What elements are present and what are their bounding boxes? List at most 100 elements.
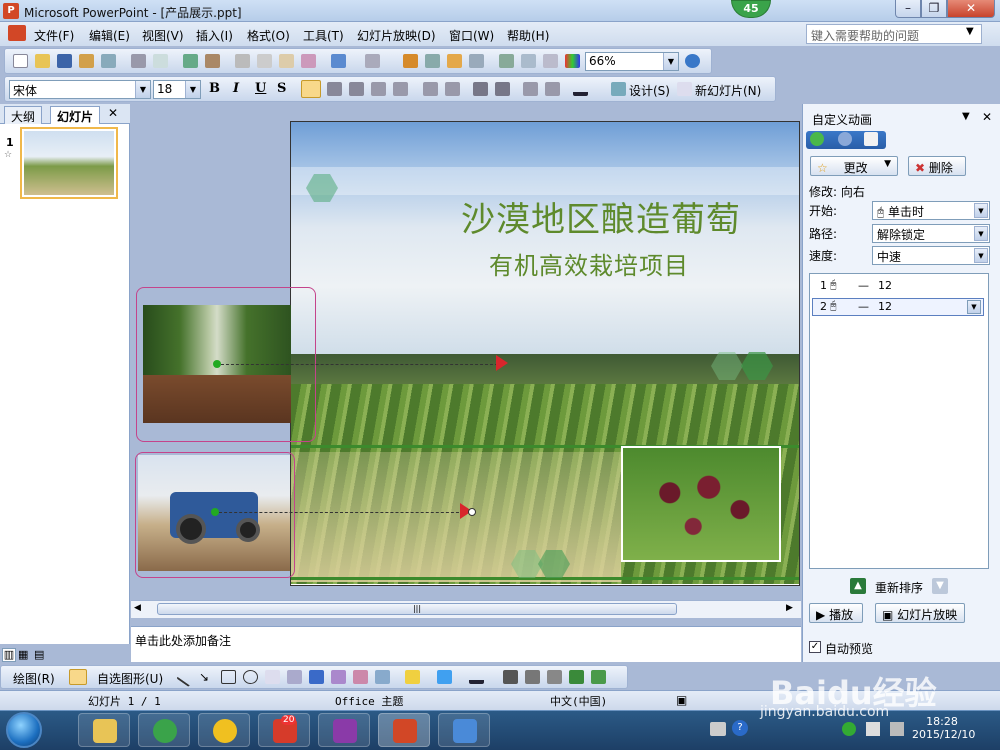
path-handle-icon[interactable] <box>468 508 476 516</box>
grid-icon[interactable] <box>543 54 558 68</box>
play-button[interactable]: ▶ 播放 <box>809 603 863 623</box>
autoshapes-menu[interactable]: 自选图形(U) <box>97 670 163 687</box>
back-icon[interactable] <box>810 132 824 146</box>
undo-icon[interactable] <box>331 54 346 68</box>
font-select[interactable]: 宋体 ▼ <box>9 80 151 99</box>
underline-button[interactable]: U <box>255 81 266 96</box>
autopreview-checkbox[interactable]: ✓ <box>809 641 821 653</box>
tab-slides[interactable]: 幻灯片 <box>50 106 101 124</box>
help-icon[interactable] <box>685 54 700 68</box>
dash-style-icon[interactable] <box>525 670 540 684</box>
arrow-style-icon[interactable] <box>547 670 562 684</box>
slideshow-button[interactable]: ▣ 幻灯片放映 <box>875 603 965 623</box>
expand-icon[interactable] <box>499 54 514 68</box>
path-start-icon[interactable] <box>211 508 219 516</box>
speed-select[interactable]: 中速 ▼ <box>872 246 990 265</box>
scroll-left-icon[interactable]: ◀ <box>134 603 141 613</box>
scroll-thumb[interactable]: ||| <box>157 603 677 615</box>
close-icon[interactable]: ✕ <box>108 106 118 120</box>
wordart-icon[interactable] <box>309 670 324 684</box>
home-icon[interactable] <box>864 132 878 146</box>
select-pointer-icon[interactable] <box>69 669 87 685</box>
save-icon[interactable] <box>57 54 72 68</box>
align-center-icon[interactable] <box>327 82 342 96</box>
font-color-icon[interactable] <box>573 82 588 96</box>
help-icon[interactable]: ? <box>732 720 748 736</box>
move-down-icon[interactable]: ▼ <box>932 578 948 594</box>
table-icon[interactable] <box>425 54 440 68</box>
normal-view-icon[interactable]: ▥ <box>2 648 16 662</box>
notes-placeholder[interactable]: 单击此处添加备注 <box>135 632 231 649</box>
chevron-down-icon[interactable]: ▼ <box>967 300 981 314</box>
redo-icon[interactable] <box>365 54 380 68</box>
chevron-down-icon[interactable]: ▼ <box>966 26 974 37</box>
path-end-arrow-icon[interactable] <box>496 355 508 371</box>
numbering-icon[interactable] <box>423 82 438 96</box>
notes-pane[interactable] <box>131 626 801 662</box>
delete-effect-button[interactable]: ✖ 删除 <box>908 156 966 176</box>
permission-icon[interactable] <box>79 54 94 68</box>
maximize-button[interactable]: ❐ <box>921 0 947 18</box>
new-slide-button[interactable]: 新幻灯片(N) <box>695 82 761 99</box>
chart-icon[interactable] <box>403 54 418 68</box>
format-painter-icon[interactable] <box>301 54 316 68</box>
bullets-icon[interactable] <box>445 82 460 96</box>
align-right-icon[interactable] <box>349 82 364 96</box>
slide-thumbnail[interactable] <box>20 127 118 199</box>
tray-shield-icon[interactable] <box>842 722 856 736</box>
email-icon[interactable] <box>101 54 116 68</box>
decrease-font-icon[interactable] <box>495 82 510 96</box>
menu-slideshow[interactable]: 幻灯片放映(D) <box>357 27 436 44</box>
slide-subtitle[interactable]: 有机高效栽培项目 <box>489 246 689 281</box>
animation-item[interactable]: 1 🖰 — 12 <box>812 277 984 295</box>
minimize-button[interactable]: – <box>895 0 921 18</box>
taskbar-browser[interactable] <box>138 713 190 747</box>
font-color-icon[interactable] <box>469 670 484 684</box>
close-icon[interactable]: ✕ <box>982 110 992 124</box>
line-style-icon[interactable] <box>503 670 518 684</box>
keyboard-icon[interactable] <box>710 722 726 736</box>
volume-icon[interactable] <box>890 722 904 736</box>
fill-color-icon[interactable] <box>405 670 420 684</box>
path-select[interactable]: 解除锁定 ▼ <box>872 224 990 243</box>
motion-path-line[interactable] <box>214 512 464 513</box>
distribute-icon[interactable] <box>393 82 408 96</box>
align-left-icon[interactable] <box>301 80 321 98</box>
close-button[interactable]: ✕ <box>947 0 995 18</box>
grapes-photo[interactable] <box>621 446 781 562</box>
print-icon[interactable] <box>131 54 146 68</box>
path-start-icon[interactable] <box>213 360 221 368</box>
arrow-icon[interactable]: ↘ <box>199 670 214 684</box>
tab-outline[interactable]: 大纲 <box>4 106 43 124</box>
taskbar-network[interactable] <box>438 713 490 747</box>
cut-icon[interactable] <box>235 54 250 68</box>
document-icon[interactable] <box>8 25 26 41</box>
menu-insert[interactable]: 插入(I) <box>196 27 233 44</box>
print-preview-icon[interactable] <box>153 54 168 68</box>
slideshow-view-icon[interactable]: ▤ <box>34 648 44 661</box>
italic-button[interactable]: I <box>233 81 239 96</box>
slide-canvas[interactable]: 沙漠地区酿造葡萄 有机高效栽培项目 <box>290 121 800 586</box>
move-up-icon[interactable]: ▲ <box>850 578 866 594</box>
rectangle-icon[interactable] <box>221 670 236 684</box>
font-size-select[interactable]: 18 ▼ <box>153 80 201 99</box>
taskbar-explorer[interactable] <box>78 713 130 747</box>
clock[interactable]: 18:28 2015/12/10 <box>912 715 975 741</box>
sorter-view-icon[interactable]: ▦ <box>18 648 28 661</box>
copy-icon[interactable] <box>257 54 272 68</box>
motion-path-line[interactable] <box>216 364 498 365</box>
menu-format[interactable]: 格式(O) <box>247 27 290 44</box>
scroll-right-icon[interactable]: ▶ <box>786 603 793 613</box>
show-formatting-icon[interactable] <box>521 54 536 68</box>
start-select[interactable]: 🖰 单击时 ▼ <box>872 201 990 220</box>
shadow-style-icon[interactable] <box>569 670 584 684</box>
increase-font-icon[interactable] <box>473 82 488 96</box>
animation-item-selected[interactable]: 2 🖰 — 12 ▼ <box>812 298 984 316</box>
menu-tools[interactable]: 工具(T) <box>303 27 344 44</box>
powerpoint-icon[interactable]: P <box>3 3 19 19</box>
taskbar-security[interactable] <box>198 713 250 747</box>
design-button[interactable]: 设计(S) <box>629 82 670 99</box>
shadow-button[interactable]: S <box>277 81 286 96</box>
menu-view[interactable]: 视图(V) <box>142 27 184 44</box>
help-search-input[interactable]: 键入需要帮助的问题 <box>806 24 982 44</box>
